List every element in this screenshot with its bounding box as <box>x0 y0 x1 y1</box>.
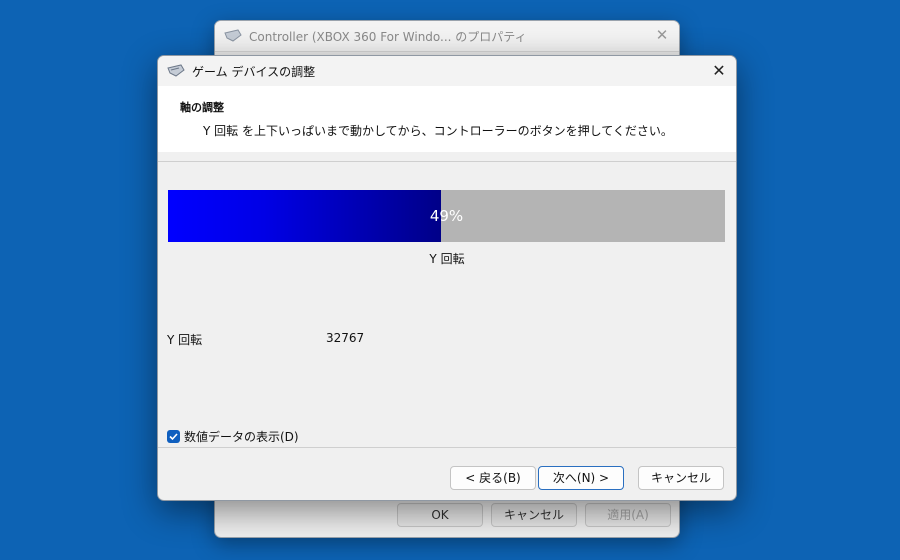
properties-button-bar: OK キャンセル 適用(A) <box>215 503 679 529</box>
dialog-header: 軸の調整 Y 回転 を上下いっぱいまで動かしてから、コントローラーのボタンを押し… <box>158 86 736 152</box>
header-divider <box>158 161 736 162</box>
progress-percent: 49% <box>429 207 464 225</box>
dialog-titlebar: ゲーム デバイスの調整 ✕ <box>158 56 736 86</box>
checkbox-box[interactable] <box>167 430 180 443</box>
section-title: 軸の調整 <box>180 101 224 114</box>
instruction-text: Y 回転 を上下いっぱいまで動かしてから、コントローラーのボタンを押してください… <box>203 124 673 138</box>
apply-button[interactable]: 適用(A) <box>585 503 671 527</box>
calibration-dialog: ゲーム デバイスの調整 ✕ 軸の調整 Y 回転 を上下いっぱいまで動かしてから、… <box>157 55 737 501</box>
ok-button[interactable]: OK <box>397 503 483 527</box>
close-icon[interactable]: ✕ <box>708 60 730 82</box>
axis-progress-bar: 49% <box>168 190 725 242</box>
raw-data-value: 32767 <box>326 331 365 345</box>
cancel-button[interactable]: キャンセル <box>638 466 724 490</box>
desktop: Controller (XBOX 360 For Windo... のプロパティ… <box>0 0 900 560</box>
properties-title: Controller (XBOX 360 For Windo... のプロパティ <box>249 29 527 44</box>
show-raw-data-checkbox[interactable]: 数値データの表示(D) <box>167 428 299 445</box>
gamepad-icon <box>167 64 185 77</box>
raw-data-label: Y 回転 <box>167 333 203 347</box>
next-button[interactable]: 次へ(N) > <box>538 466 624 490</box>
checkmark-icon <box>169 433 178 441</box>
properties-cancel-button[interactable]: キャンセル <box>491 503 577 527</box>
footer-divider <box>158 447 736 448</box>
dialog-title: ゲーム デバイスの調整 <box>192 64 316 79</box>
checkbox-label: 数値データの表示(D) <box>184 430 299 444</box>
gamepad-icon <box>224 29 242 42</box>
axis-label: Y 回転 <box>429 252 465 266</box>
close-icon[interactable]: ✕ <box>653 26 671 44</box>
back-button[interactable]: < 戻る(B) <box>450 466 536 490</box>
properties-titlebar: Controller (XBOX 360 For Windo... のプロパティ… <box>215 21 679 51</box>
